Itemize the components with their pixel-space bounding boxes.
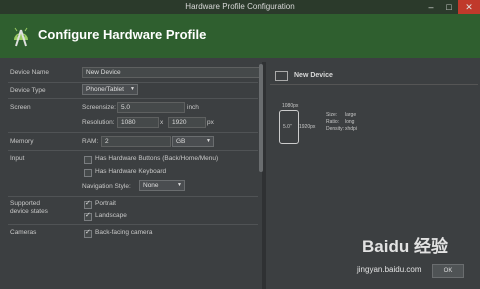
density-value: xhdpi	[345, 126, 357, 132]
resolution-height-input[interactable]: 1920	[168, 117, 206, 128]
window-titlebar: Hardware Profile Configuration	[0, 0, 480, 14]
device-name-input[interactable]: New Device	[82, 67, 260, 78]
preview-diagonal: 5.0"	[283, 124, 292, 130]
portrait-label: Portrait	[95, 200, 116, 207]
page-title: Configure Hardware Profile	[38, 27, 207, 42]
preview-height: 1920px	[299, 124, 316, 130]
density-label: Density:	[326, 126, 345, 132]
form-panel	[6, 62, 264, 289]
ratio-value: long	[345, 119, 355, 125]
device-preview-icon	[275, 71, 288, 81]
resolution-unit: px	[207, 119, 214, 126]
landscape-checkbox[interactable]	[84, 211, 92, 221]
hardware-buttons-checkbox[interactable]	[84, 156, 92, 164]
divider	[8, 150, 258, 151]
chevron-down-icon: ▼	[206, 138, 211, 144]
divider	[8, 82, 258, 83]
hardware-keyboard-label: Has Hardware Keyboard	[95, 168, 167, 175]
chevron-down-icon: ▼	[130, 86, 135, 92]
memory-label: Memory	[10, 138, 34, 145]
watermark-url: jingyan.baidu.com	[357, 265, 422, 274]
supported-states-label-1: Supported	[10, 200, 40, 207]
window-controls: – □ ✕	[422, 0, 480, 14]
divider	[8, 98, 258, 99]
divider	[8, 224, 258, 225]
size-label: Size:	[326, 112, 338, 118]
divider	[270, 84, 478, 85]
divider	[8, 196, 258, 197]
device-type-select[interactable]: Phone/Tablet ▼	[82, 84, 138, 95]
hardware-buttons-label: Has Hardware Buttons (Back/Home/Menu)	[95, 155, 219, 162]
ram-label: RAM:	[82, 138, 99, 145]
device-name-label: Device Name	[10, 69, 50, 76]
hardware-keyboard-checkbox[interactable]	[84, 169, 92, 177]
preview-width: 1080px	[282, 103, 299, 109]
cameras-label: Cameras	[10, 229, 37, 236]
chevron-down-icon: ▼	[177, 182, 182, 188]
back-camera-label: Back-facing camera	[95, 229, 153, 236]
divider	[8, 132, 258, 133]
screen-label: Screen	[10, 104, 31, 111]
nav-style-value: None	[143, 182, 159, 189]
supported-states-label-2: device states	[10, 208, 48, 215]
ratio-label: Ratio:	[326, 119, 340, 125]
screensize-unit: inch	[187, 104, 199, 111]
preview-title: New Device	[294, 72, 333, 79]
nav-style-label: Navigation Style:	[82, 183, 131, 190]
screensize-input[interactable]: 5.0	[117, 102, 185, 113]
maximize-icon[interactable]: □	[440, 0, 458, 14]
minimize-icon[interactable]: –	[422, 0, 440, 14]
resolution-label: Resolution:	[82, 119, 115, 126]
watermark-logo: Baidu 经验	[362, 237, 448, 256]
screensize-label: Screensize:	[82, 104, 116, 111]
input-label: Input	[10, 155, 25, 162]
android-studio-logo-icon	[14, 27, 28, 47]
ok-button[interactable]: OK	[432, 264, 464, 278]
portrait-checkbox[interactable]	[84, 199, 92, 209]
window-title: Hardware Profile Configuration	[185, 2, 295, 11]
resolution-width-input[interactable]: 1080	[117, 117, 159, 128]
back-camera-checkbox[interactable]	[84, 228, 92, 238]
scrollbar-thumb[interactable]	[259, 64, 263, 172]
device-type-label: Device Type	[10, 87, 46, 94]
nav-style-select[interactable]: None ▼	[139, 180, 185, 191]
ram-unit-value: GB	[176, 138, 186, 145]
close-icon[interactable]: ✕	[458, 0, 480, 14]
ram-input[interactable]: 2	[101, 136, 171, 147]
ram-unit-select[interactable]: GB ▼	[172, 136, 214, 147]
landscape-label: Landscape	[95, 212, 127, 219]
size-value: large	[345, 112, 357, 118]
device-type-value: Phone/Tablet	[86, 86, 124, 93]
resolution-separator: x	[160, 119, 164, 126]
